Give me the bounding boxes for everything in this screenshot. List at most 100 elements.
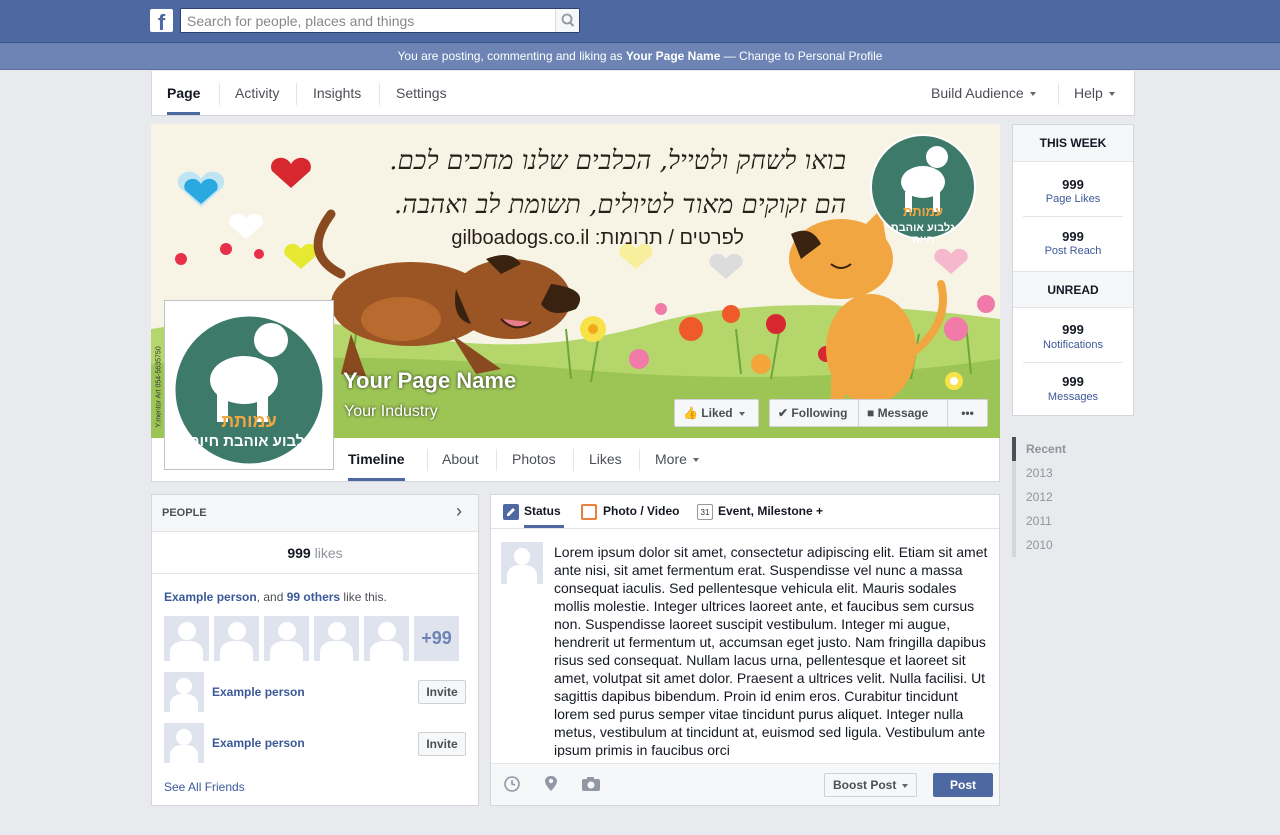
see-all-friends-link[interactable]: See All Friends <box>164 780 245 794</box>
tab-activity[interactable]: Activity <box>235 71 279 115</box>
tab-more[interactable]: More <box>655 438 699 481</box>
like-this-text: like this. <box>340 590 387 604</box>
people-title: PEOPLE <box>162 507 207 519</box>
tab-timeline[interactable]: Timeline <box>348 438 405 481</box>
friend-avatar[interactable] <box>164 616 209 661</box>
people-box: PEOPLE › 999 likes Example person, and 9… <box>151 494 479 806</box>
profile-picture[interactable]: עמותת גלבוע אוהבת חיות <box>164 300 334 470</box>
chevron-down-icon <box>902 783 909 788</box>
build-audience-label: Build Audience <box>931 85 1024 101</box>
person-avatar[interactable] <box>164 672 204 712</box>
tab-settings[interactable]: Settings <box>396 71 447 115</box>
search-input[interactable] <box>181 9 551 32</box>
top-bar: f <box>0 0 1280 43</box>
person-avatar[interactable] <box>164 723 204 763</box>
profile-logo-text-bottom: גלבוע אוהבת חיות <box>188 433 312 450</box>
clock-icon[interactable] <box>503 775 521 793</box>
notice-page-name[interactable]: Your Page Name <box>626 49 720 63</box>
friend-avatar[interactable] <box>214 616 259 661</box>
page-likes-label[interactable]: Page Likes <box>1013 193 1133 205</box>
page-name[interactable]: Your Page Name <box>343 368 516 394</box>
cover-contact-line: לפרטים / תרומות: gilboadogs.co.il <box>451 227 744 249</box>
post-composer: Status Photo / Video 31 Event, Milestone… <box>490 494 1000 806</box>
year-recent[interactable]: Recent <box>1012 437 1122 461</box>
page-likes-count[interactable]: 999 <box>1013 177 1133 192</box>
cover-logo-text-top: עמותת <box>902 204 944 219</box>
messages-count[interactable]: 999 <box>1013 374 1133 389</box>
tab-divider <box>573 449 574 471</box>
friends-like-sentence: Example person, and 99 others like this. <box>164 590 387 604</box>
year-2013[interactable]: 2013 <box>1012 461 1122 485</box>
calendar-icon: 31 <box>697 504 713 520</box>
thumbs-up-icon: 👍 <box>683 406 698 420</box>
more-friends-count[interactable]: +99 <box>414 616 459 661</box>
page-industry[interactable]: Your Industry <box>344 403 438 421</box>
tab-status[interactable]: Status <box>524 495 561 528</box>
others-link[interactable]: 99 others <box>287 590 340 604</box>
example-person-link[interactable]: Example person <box>164 590 257 604</box>
boost-post-button[interactable]: Boost Post <box>824 773 917 797</box>
tab-event-milestone[interactable]: Event, Milestone + <box>718 495 823 528</box>
tab-likes[interactable]: Likes <box>589 438 622 481</box>
invite-button-2[interactable]: Invite <box>418 732 466 756</box>
facebook-logo-icon[interactable]: f <box>150 9 173 32</box>
year-2010[interactable]: 2010 <box>1012 533 1122 557</box>
person-name-1[interactable]: Example person <box>212 685 305 699</box>
year-2011[interactable]: 2011 <box>1012 509 1122 533</box>
invite-button-1[interactable]: Invite <box>418 680 466 704</box>
post-reach-label[interactable]: Post Reach <box>1013 245 1133 257</box>
page-stats-panel: THIS WEEK 999 Page Likes 999 Post Reach … <box>1012 124 1134 416</box>
person-name-2[interactable]: Example person <box>212 736 305 750</box>
tab-photos[interactable]: Photos <box>512 438 556 481</box>
messages-label[interactable]: Messages <box>1013 391 1133 403</box>
notifications-count[interactable]: 999 <box>1013 322 1133 337</box>
change-profile-link[interactable]: — Change to Personal Profile <box>720 49 883 63</box>
post-button[interactable]: Post <box>933 773 993 797</box>
tab-divider <box>639 449 640 471</box>
stats-divider <box>1023 362 1123 363</box>
cover-logo-text-bottom: גלבוע אוהבת חיות <box>890 222 956 246</box>
more-options-button[interactable]: ••• <box>947 399 988 427</box>
likes-summary[interactable]: 999 likes <box>152 545 478 561</box>
search-button[interactable] <box>555 9 579 32</box>
liked-button[interactable]: 👍 Liked <box>674 399 759 427</box>
composer-tabs: Status Photo / Video 31 Event, Milestone… <box>491 495 999 529</box>
nav-divider <box>296 83 297 105</box>
message-button[interactable]: ■ Message <box>858 399 948 427</box>
following-button[interactable]: ✔ Following <box>769 399 859 427</box>
location-pin-icon[interactable] <box>543 775 559 793</box>
friend-avatar[interactable] <box>364 616 409 661</box>
tab-divider <box>496 449 497 471</box>
friend-avatar[interactable] <box>264 616 309 661</box>
more-dots-icon: ••• <box>961 406 974 420</box>
cover-slogan-line-2: הם זקוקים מאוד לטיולים, תשומת לב ואהבה. <box>393 190 846 220</box>
build-audience-menu[interactable]: Build Audience <box>931 71 1036 115</box>
chevron-down-icon <box>692 458 699 463</box>
tab-about[interactable]: About <box>442 438 479 481</box>
tab-insights[interactable]: Insights <box>313 71 361 115</box>
page-admin-nav: Page Activity Insights Settings Build Au… <box>151 71 1135 116</box>
composer-footer: Boost Post Post <box>491 763 999 805</box>
tab-photo-video[interactable]: Photo / Video <box>603 495 679 528</box>
friend-avatar[interactable] <box>314 616 359 661</box>
camera-icon[interactable] <box>581 776 601 792</box>
tab-page[interactable]: Page <box>167 71 201 115</box>
year-2012[interactable]: 2012 <box>1012 485 1122 509</box>
post-reach-count[interactable]: 999 <box>1013 229 1133 244</box>
search-icon <box>561 13 575 27</box>
chevron-right-icon: › <box>456 501 462 521</box>
pencil-icon <box>503 504 519 520</box>
status-textarea[interactable]: Lorem ipsum dolor sit amet, consectetur … <box>554 543 988 757</box>
likes-word: likes <box>310 545 343 561</box>
nav-divider <box>379 83 380 105</box>
cover-side-credit: Y.mentor Art 054-5635750 <box>155 346 163 428</box>
stats-divider <box>1023 216 1123 217</box>
tab-divider <box>427 449 428 471</box>
help-menu[interactable]: Help <box>1074 71 1115 115</box>
checkmark-icon: ✔ <box>778 406 789 420</box>
notifications-label[interactable]: Notifications <box>1013 339 1133 351</box>
photo-icon <box>581 504 597 520</box>
people-header[interactable]: PEOPLE › <box>152 495 478 532</box>
message-icon: ■ <box>867 406 875 420</box>
unread-heading: UNREAD <box>1013 271 1133 308</box>
